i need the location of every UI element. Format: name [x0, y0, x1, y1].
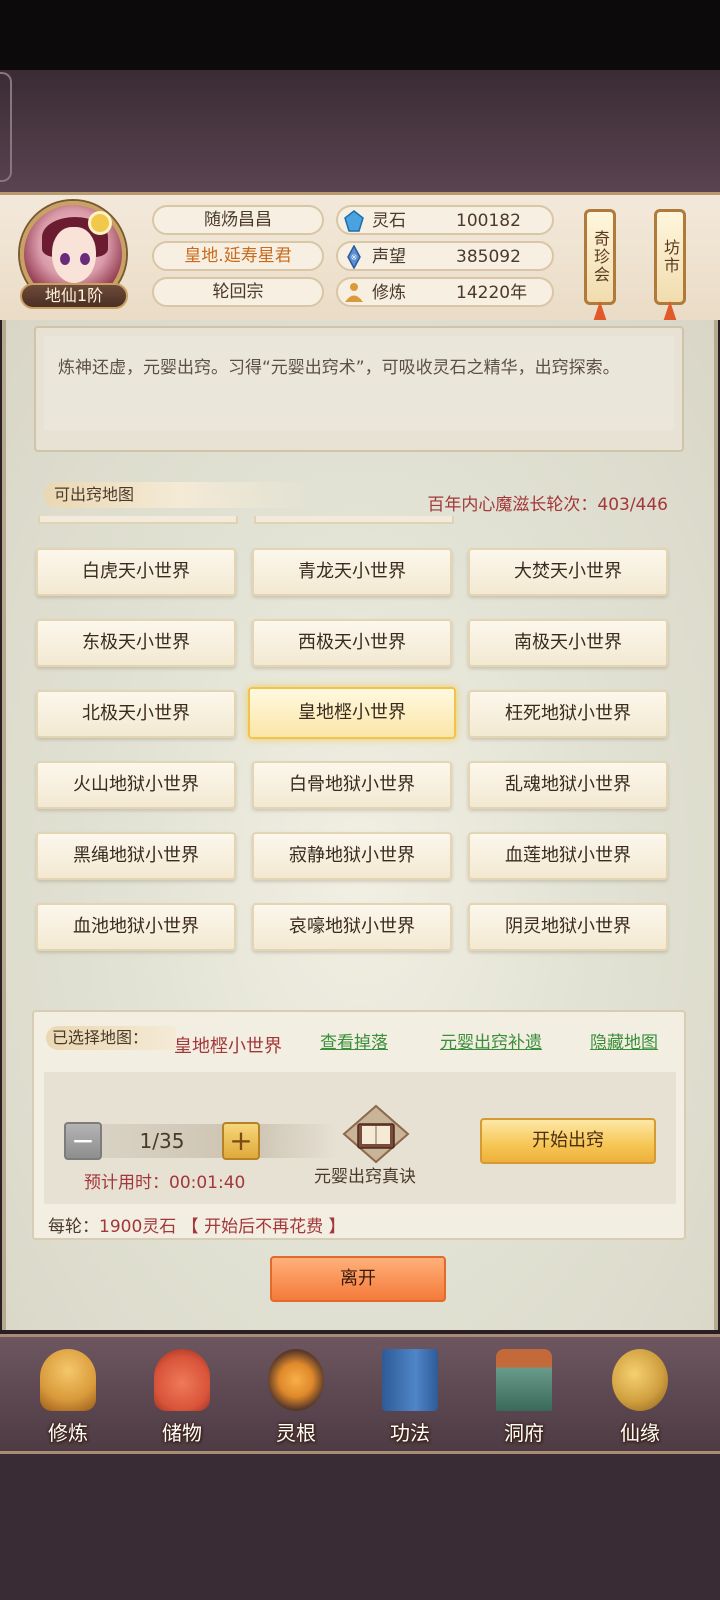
nav-destiny[interactable]: 仙缘	[590, 1343, 690, 1451]
side-edge-handle[interactable]	[0, 72, 12, 182]
treasure-auction-button[interactable]: 奇珍会	[584, 209, 616, 305]
cave-dwelling-icon	[496, 1349, 552, 1411]
hide-map-link[interactable]: 隐藏地图	[590, 1028, 658, 1053]
counter-value: 403/446	[597, 495, 668, 515]
map-button[interactable]: 黑绳地狱小世界	[36, 832, 236, 880]
nav-cave-dwelling[interactable]: 洞府	[474, 1343, 574, 1451]
projection-controls: − 1/35 + 预计用时：00:01:40 元婴出窍真诀 开始出窍	[44, 1072, 676, 1204]
nav-skills[interactable]: 功法	[360, 1343, 460, 1451]
map-button[interactable]: 白虎天小世界	[36, 548, 236, 596]
stat-value: 385092	[456, 247, 521, 267]
nav-storage[interactable]: 储物	[132, 1343, 232, 1451]
map-button[interactable]: 火山地狱小世界	[36, 761, 236, 809]
cost-note: 【 开始后不再花费 】	[181, 1217, 346, 1237]
cultivation-icon	[40, 1349, 96, 1411]
bottom-backdrop	[0, 1454, 720, 1600]
map-button[interactable]: 阴灵地狱小世界	[468, 903, 668, 951]
cost-per-round: 每轮：1900灵石 【 开始后不再花费 】	[48, 1212, 345, 1237]
technique-book-label: 元婴出窍真诀	[314, 1167, 416, 1187]
svg-text:※: ※	[351, 253, 358, 262]
decrease-button[interactable]: −	[64, 1122, 102, 1160]
quantity-fade	[258, 1124, 338, 1158]
bottom-navigation: 修炼 储物 灵根 功法 洞府 仙缘	[0, 1334, 720, 1454]
market-button[interactable]: 坊市	[654, 209, 686, 305]
map-button[interactable]: 寂静地狱小世界	[252, 832, 452, 880]
map-button[interactable]: 枉死地狱小世界	[468, 690, 668, 738]
start-projection-button[interactable]: 开始出窍	[480, 1118, 656, 1164]
selection-panel: 已选择地图： 皇地㭴小世界 查看掉落 元婴出窍补遗 隐藏地图 − 1/35 + …	[32, 1010, 686, 1240]
selected-map-name: 皇地㭴小世界	[174, 1036, 282, 1057]
storage-bag-icon	[154, 1349, 210, 1411]
top-backdrop	[0, 70, 720, 195]
map-button[interactable]: 血莲地狱小世界	[468, 832, 668, 880]
reputation-icon: ※	[347, 245, 361, 269]
inner-demon-counter: 百年内心魔滋长轮次：403/446	[427, 490, 668, 515]
nav-cultivation[interactable]: 修炼	[18, 1343, 118, 1451]
map-button[interactable]: 青龙天小世界	[252, 548, 452, 596]
stat-value: 100182	[456, 211, 521, 231]
map-button-partial[interactable]	[254, 516, 454, 524]
view-drops-link[interactable]: 查看掉落	[320, 1028, 388, 1053]
map-button[interactable]: 东极天小世界	[36, 619, 236, 667]
hair-flower-icon	[88, 211, 112, 235]
map-button[interactable]: 乱魂地狱小世界	[468, 761, 668, 809]
map-button[interactable]: 南极天小世界	[468, 619, 668, 667]
stat-reputation: ※ 声望 385092	[336, 241, 554, 271]
player-sect: 轮回宗	[152, 277, 324, 307]
nav-spirit-root[interactable]: 灵根	[246, 1343, 346, 1451]
map-button-selected[interactable]: 皇地㭴小世界	[248, 687, 456, 739]
avatar-face	[52, 227, 96, 283]
available-maps-label: 可出窍地图	[44, 482, 314, 508]
gourd-icon	[612, 1349, 668, 1411]
stat-label: 修炼	[372, 283, 406, 303]
description-text: 炼神还虚，元婴出窍。习得“元婴出窍术”，可吸收灵石之精华，出窍探索。	[58, 358, 620, 378]
nav-label: 灵根	[276, 1421, 316, 1445]
avatar-eye	[60, 253, 70, 265]
map-button[interactable]: 血池地狱小世界	[36, 903, 236, 951]
nav-label: 洞府	[504, 1421, 544, 1445]
map-button[interactable]: 哀嚎地狱小世界	[252, 903, 452, 951]
description-inner	[44, 336, 674, 430]
player-name: 随炀昌昌	[152, 205, 324, 235]
stat-label: 灵石	[372, 211, 406, 231]
spirit-stone-icon	[344, 210, 364, 232]
quantity-display: 1/35	[102, 1124, 222, 1158]
cost-value: 1900灵石	[99, 1217, 177, 1237]
eta-value: 00:01:40	[169, 1173, 246, 1193]
map-button[interactable]: 北极天小世界	[36, 690, 236, 738]
selected-map-label: 已选择地图：	[46, 1026, 176, 1050]
description-box: 炼神还虚，元婴出窍。习得“元婴出窍术”，可吸收灵石之精华，出窍探索。	[34, 326, 684, 452]
cost-label: 每轮：	[48, 1217, 99, 1237]
stat-label: 声望	[372, 247, 406, 267]
estimated-time: 预计用时：00:01:40	[84, 1168, 245, 1193]
leave-button[interactable]: 离开	[270, 1256, 446, 1302]
counter-label: 百年内心魔滋长轮次：	[427, 495, 598, 515]
stat-cultivation: 修炼 14220年	[336, 277, 554, 307]
nav-label: 功法	[390, 1421, 430, 1445]
player-header: 地仙1阶 随炀昌昌 皇地.延寿星君 轮回宗 灵石 100182 ※ 声望 385…	[0, 192, 720, 325]
map-button[interactable]: 白骨地狱小世界	[252, 761, 452, 809]
map-button-partial[interactable]	[38, 516, 238, 524]
eta-label: 预计用时：	[84, 1173, 169, 1193]
map-button[interactable]: 西极天小世界	[252, 619, 452, 667]
nav-label: 储物	[162, 1421, 202, 1445]
stat-value: 14220年	[456, 283, 528, 303]
meditation-icon	[345, 283, 363, 302]
spirit-projection-panel: 炼神还虚，元婴出窍。习得“元婴出窍术”，可吸收灵石之精华，出窍探索。 可出窍地图…	[2, 320, 718, 1330]
technique-book-icon[interactable]	[340, 1104, 412, 1164]
spirit-root-icon	[268, 1349, 324, 1411]
avatar-eye	[80, 253, 90, 265]
player-title: 皇地.延寿星君	[152, 241, 324, 271]
nav-label: 仙缘	[620, 1421, 660, 1445]
skill-book-icon	[382, 1349, 438, 1411]
projection-supplement-link[interactable]: 元婴出窍补遗	[440, 1028, 542, 1053]
map-button[interactable]: 大焚天小世界	[468, 548, 668, 596]
increase-button[interactable]: +	[222, 1122, 260, 1160]
status-bar-area	[0, 0, 720, 70]
player-rank: 地仙1阶	[20, 283, 128, 309]
stat-spirit-stone: 灵石 100182	[336, 205, 554, 235]
nav-label: 修炼	[48, 1421, 88, 1445]
